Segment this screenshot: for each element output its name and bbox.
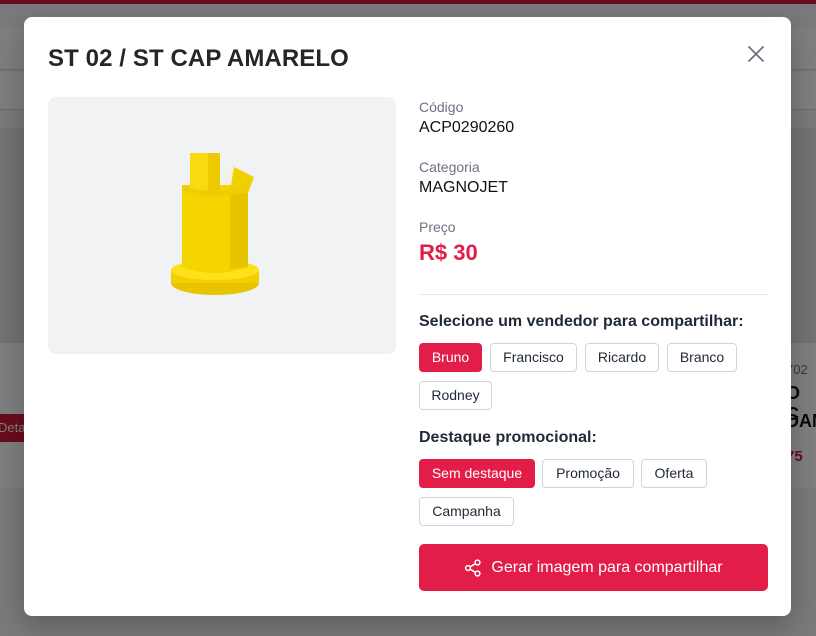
vendor-section-heading: Selecione um vendedor para compartilhar: bbox=[419, 313, 744, 330]
price-value: R$ 30 bbox=[419, 240, 478, 265]
share-button-label: Gerar imagem para compartilhar bbox=[491, 558, 723, 576]
product-image bbox=[48, 97, 396, 354]
section-divider bbox=[419, 294, 768, 295]
price-label: Preço bbox=[419, 219, 456, 235]
promo-option-sem-destaque[interactable]: Sem destaque bbox=[419, 459, 535, 488]
share-icon bbox=[464, 558, 482, 577]
vendor-option-rodney[interactable]: Rodney bbox=[419, 381, 492, 410]
promo-option-promocao[interactable]: Promoção bbox=[542, 459, 634, 488]
product-share-modal: ST 02 / ST CAP AMARELO Código ACP0290260… bbox=[24, 17, 791, 616]
code-label: Código bbox=[419, 99, 464, 115]
modal-title: ST 02 / ST CAP AMARELO bbox=[48, 45, 349, 72]
vendor-option-francisco[interactable]: Francisco bbox=[490, 343, 577, 372]
promo-option-oferta[interactable]: Oferta bbox=[641, 459, 707, 488]
vendor-option-ricardo[interactable]: Ricardo bbox=[585, 343, 659, 372]
promo-option-campanha[interactable]: Campanha bbox=[419, 497, 514, 526]
vendor-option-branco[interactable]: Branco bbox=[667, 343, 737, 372]
category-label: Categoria bbox=[419, 159, 480, 175]
category-value: MAGNOJET bbox=[419, 179, 508, 196]
generate-share-image-button[interactable]: Gerar imagem para compartilhar bbox=[419, 544, 768, 591]
nozzle-image bbox=[171, 153, 259, 295]
vendor-option-bruno[interactable]: Bruno bbox=[419, 343, 482, 372]
promo-section-heading: Destaque promocional: bbox=[419, 429, 597, 446]
code-value: ACP0290260 bbox=[419, 119, 515, 136]
close-icon[interactable] bbox=[744, 42, 768, 66]
